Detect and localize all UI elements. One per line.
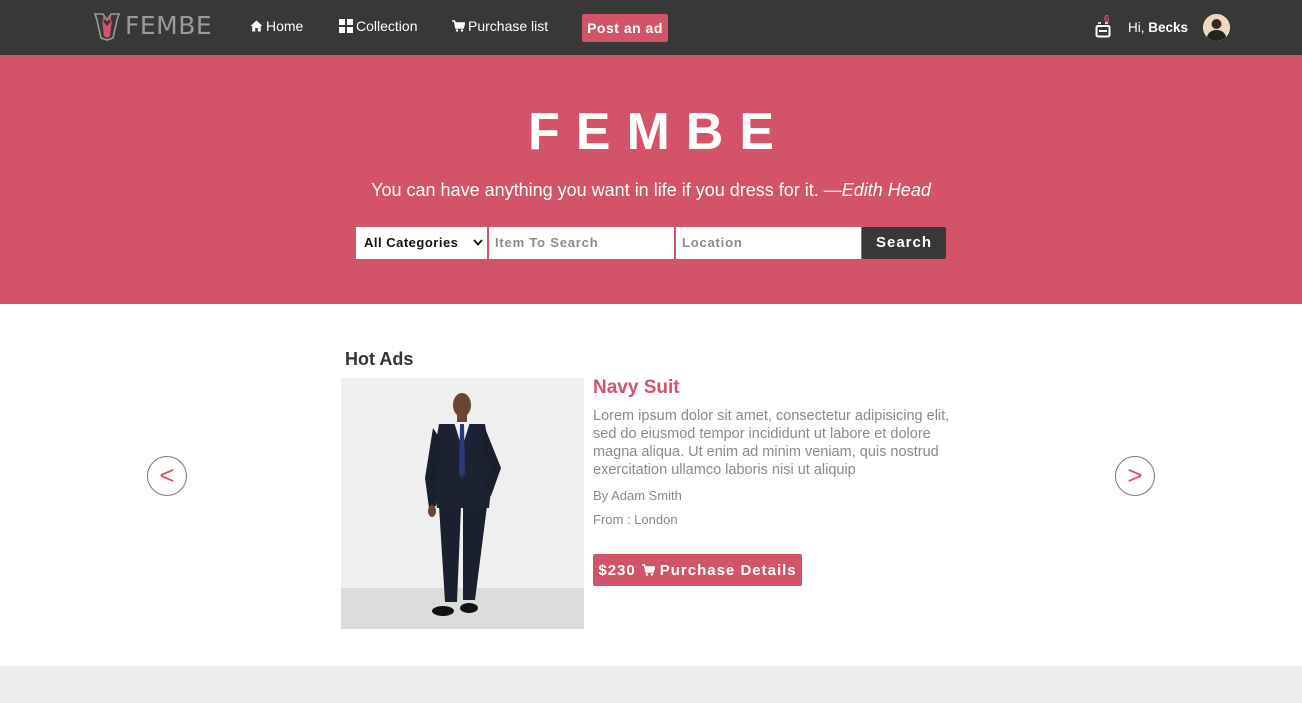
suit-model-image (341, 378, 584, 629)
carousel-prev-button[interactable]: < (147, 456, 187, 496)
footer-area (0, 666, 1302, 703)
brand-name: FEMBE (125, 11, 213, 40)
home-icon (250, 20, 263, 32)
avatar[interactable] (1203, 14, 1230, 41)
location-placeholder: Location (682, 235, 743, 250)
brand-logo[interactable]: FEMBE (91, 10, 212, 42)
product-image[interactable] (341, 378, 584, 629)
cart-button[interactable]: 6 (1094, 14, 1114, 40)
hero-quote: You can have anything you want in life i… (0, 179, 1302, 201)
cart-count-badge: 6 (1104, 14, 1110, 25)
product-description: Lorem ipsum dolor sit amet, consectetur … (593, 408, 950, 478)
purchase-details-button[interactable]: $230 Purchase Details (593, 554, 802, 586)
product-price: $230 (598, 561, 636, 579)
nav-collection[interactable]: Collection (339, 18, 417, 34)
quote-author: —Edith Head (823, 180, 931, 200)
category-select-value: All Categories (364, 235, 459, 250)
item-search-input[interactable]: Item To Search (489, 227, 674, 259)
item-search-placeholder: Item To Search (495, 235, 599, 250)
section-title: Hot Ads (345, 349, 414, 369)
grid-icon (339, 19, 353, 33)
tuxedo-logo-icon (93, 13, 121, 41)
nav-home[interactable]: Home (250, 18, 303, 34)
location-input[interactable]: Location (676, 227, 861, 259)
nav-collection-label: Collection (356, 18, 418, 34)
quote-text: You can have anything you want in life i… (371, 180, 819, 200)
nav-home-label: Home (266, 18, 304, 34)
hero-title: FEMBE (528, 103, 790, 161)
search-button[interactable]: Search (862, 227, 946, 259)
nav-purchase-list-label: Purchase list (468, 18, 549, 34)
product-author: By Adam Smith (593, 488, 682, 503)
cart-icon (641, 564, 655, 576)
category-select[interactable]: All Categories (356, 227, 487, 259)
cart-icon (452, 20, 465, 32)
product-location: From : London (593, 512, 678, 527)
post-ad-button[interactable]: Post an ad (582, 14, 668, 42)
greeting-prefix: Hi, (1128, 20, 1145, 35)
hot-ads-section: Hot Ads < > Navy Suit Lorem ipsum dolor … (0, 304, 1302, 666)
nav-purchase-list[interactable]: Purchase list (452, 18, 548, 34)
top-navbar: FEMBE Home Collection Purchase list Post… (0, 0, 1302, 55)
user-greeting: Hi, Becks (1128, 20, 1188, 35)
chevron-down-icon (473, 239, 483, 246)
user-avatar-icon (1203, 14, 1230, 41)
hero-banner: FEMBE You can have anything you want in … (0, 55, 1302, 304)
product-title[interactable]: Navy Suit (593, 377, 680, 399)
purchase-details-label: Purchase Details (659, 561, 797, 579)
user-name: Becks (1148, 20, 1189, 35)
carousel-next-button[interactable]: > (1115, 456, 1155, 496)
